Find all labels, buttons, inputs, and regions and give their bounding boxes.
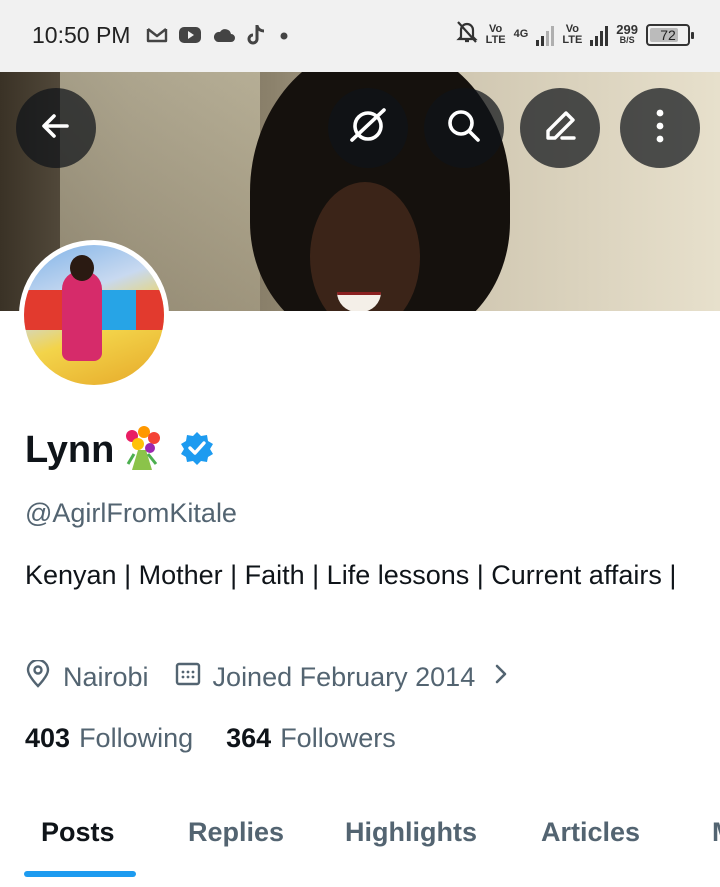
verified-badge-icon[interactable] [180,431,214,470]
followers-link[interactable]: 364 Followers [226,723,396,754]
search-button[interactable] [424,88,504,168]
edit-icon [540,106,580,151]
sim1-label: Vo LTE [485,22,506,46]
signal-bars-2 [590,24,609,46]
signal-bars-1 [536,24,555,46]
grok-icon [346,104,390,153]
bouquet-icon [118,424,166,477]
status-time: 10:50 PM [32,22,131,48]
sim2-label: Vo LTE [562,22,583,46]
followers-count: 364 [226,723,272,753]
mute-bell-icon [456,20,478,49]
notification-icons [146,24,292,46]
location-pin-icon [25,658,63,695]
following-label: Following [79,723,194,753]
follow-stats: 403 Following 364 Followers [25,723,396,754]
avatar[interactable] [19,240,169,390]
joined-text: Joined February 2014 [212,662,476,692]
profile-meta: Nairobi Joined February 2014 [25,658,522,695]
data-speed: 299 B/S [616,21,638,45]
gmail-icon [146,26,168,44]
tab-replies[interactable]: Replies [188,817,284,848]
more-vertical-icon [654,108,666,149]
arrow-left-icon [37,107,75,150]
back-button[interactable] [16,88,96,168]
calendar-icon [175,661,213,694]
dot-icon [276,26,292,44]
location-item: Nairobi [25,658,149,695]
edit-button[interactable] [520,88,600,168]
tab-highlights[interactable]: Highlights [345,817,477,848]
tab-posts[interactable]: Posts [41,817,115,848]
search-icon [444,106,484,151]
followers-label: Followers [280,723,396,753]
tab-media[interactable]: M [712,817,720,848]
following-count: 403 [25,723,71,753]
network-type: 4G [513,28,529,40]
joined-item[interactable]: Joined February 2014 [175,661,522,694]
grok-button[interactable] [328,88,408,168]
profile-name: Lynn [25,429,115,471]
location-text: Nairobi [63,662,149,692]
tab-articles[interactable]: Articles [541,817,640,848]
chevron-right-icon [493,662,521,693]
profile-bio: Kenyan | Mother | Faith | Life lessons |… [25,560,677,590]
profile-handle: @AgirlFromKitale [25,498,237,528]
more-button[interactable] [620,88,700,168]
status-right: Vo LTE 4G Vo LTE 299 B/S 72 [456,20,694,49]
battery-icon: 72 [646,23,694,46]
status-bar: 10:50 PM Vo LTE 4G Vo LTE 299 B/S 72 [0,0,720,72]
active-tab-indicator [24,871,136,877]
profile-name-row: Lynn [25,424,214,477]
following-link[interactable]: 403 Following [25,723,193,754]
tiktok-icon [246,24,266,46]
cloud-icon [212,26,236,44]
youtube-icon [178,26,202,44]
